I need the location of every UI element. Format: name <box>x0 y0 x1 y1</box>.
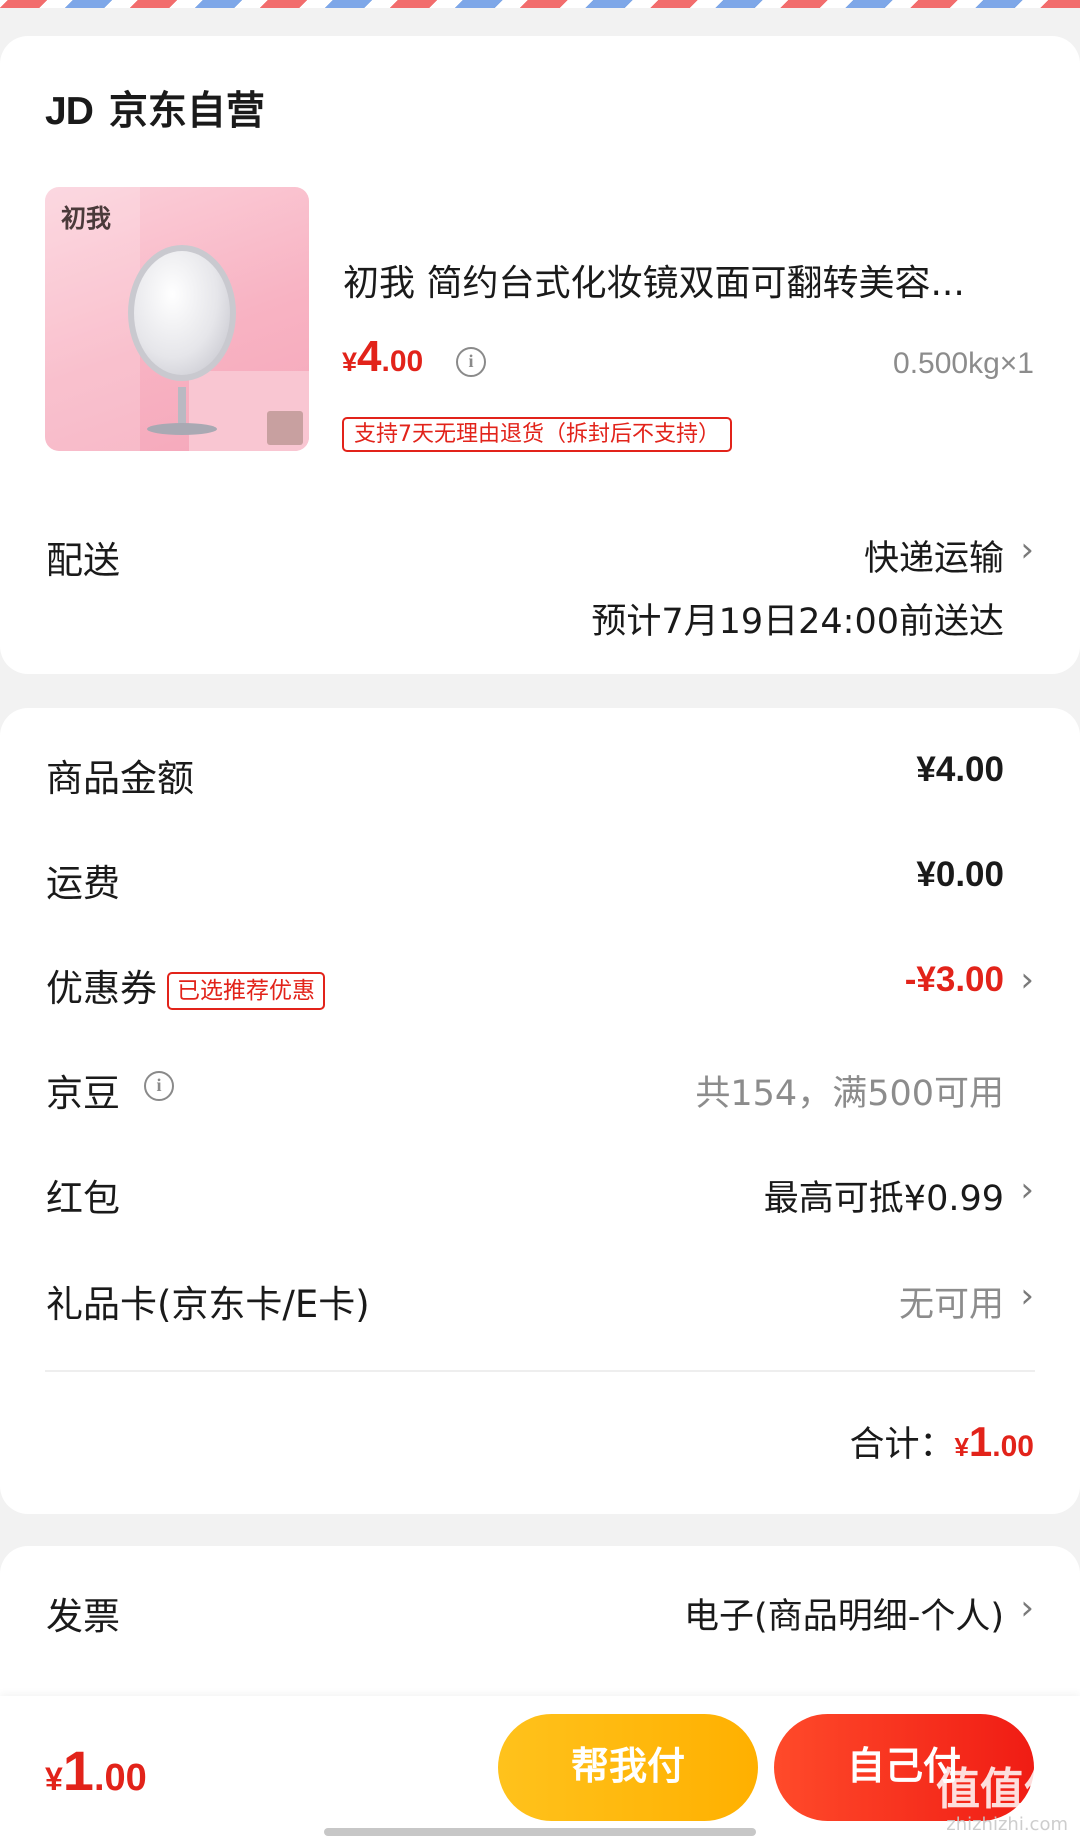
total-label: 合计： <box>849 1425 955 1465</box>
home-indicator[interactable] <box>324 1828 756 1836</box>
chevron-right-icon[interactable]: › <box>1020 1276 1034 1316</box>
chevron-right-icon[interactable]: › <box>1020 1170 1034 1210</box>
site-watermark: 值值值 zhizhizhi.com <box>936 1764 1068 1835</box>
giftcard-label: 礼品卡(京东卡/E卡) <box>46 1283 370 1326</box>
jd-logo: JD <box>45 90 94 133</box>
divider <box>45 1370 1035 1372</box>
price-info-icon[interactable]: i <box>456 347 486 377</box>
goods-amount-label: 商品金额 <box>46 757 194 800</box>
product-image[interactable]: 初我 <box>45 187 309 451</box>
delivery-label: 配送 <box>46 539 120 582</box>
chevron-right-icon[interactable]: › <box>1020 1588 1034 1628</box>
coupon-value[interactable]: -¥3.00 <box>905 960 1004 1000</box>
jingdou-label: 京豆 <box>46 1072 120 1115</box>
return-policy-tag: 支持7天无理由退货（拆封后不支持） <box>342 417 732 452</box>
help-me-pay-button[interactable]: 帮我付 <box>498 1714 758 1821</box>
price-summary-card: 商品金额 ¥4.00 运费 ¥0.00 优惠券 已选推荐优惠 -¥3.00 › 京… <box>0 708 1080 1514</box>
order-total: 合计：¥1.00 <box>849 1418 1034 1465</box>
checkout-bar: ¥1.00 帮我付 自己付 值值值 zhizhizhi.com <box>0 1696 1080 1840</box>
coupon-row[interactable]: 优惠券 已选推荐优惠 <box>46 958 325 1012</box>
product-title[interactable]: 初我 简约台式化妆镜双面可翻转美容... <box>343 254 965 306</box>
coupon-label: 优惠券 <box>46 967 157 1010</box>
airmail-stripe <box>0 0 1080 8</box>
chevron-right-icon[interactable]: › <box>1020 530 1034 570</box>
store-name: 京东自营 <box>108 89 265 134</box>
redpacket-value[interactable]: 最高可抵¥0.99 <box>764 1170 1004 1221</box>
delivery-method[interactable]: 快递运输 <box>864 530 1004 581</box>
mirror-illustration <box>128 245 236 381</box>
redpacket-label: 红包 <box>46 1177 120 1220</box>
weight-quantity: 0.500kg×1 <box>893 347 1034 380</box>
invoice-value[interactable]: 电子(商品明细-个人) <box>684 1588 1004 1639</box>
goods-amount-value: ¥4.00 <box>916 750 1004 789</box>
product-image-brand: 初我 <box>61 204 112 233</box>
store-header[interactable]: JD 京东自营 <box>45 80 265 136</box>
product-price: ¥4.00 <box>342 332 424 381</box>
checkout-price: ¥1.00 <box>45 1739 147 1802</box>
jingdou-info-icon[interactable]: i <box>144 1071 174 1101</box>
order-item-card: JD 京东自营 初我 初我 简约台式化妆镜双面可翻转美容... ¥4.00 i 0… <box>0 36 1080 674</box>
delivery-estimate: 预计7月19日24:00前送达 <box>591 602 1004 642</box>
jingdou-value: 共154，满500可用 <box>695 1074 1004 1114</box>
chevron-right-icon[interactable]: › <box>1020 960 1034 1000</box>
shipping-label: 运费 <box>46 862 120 905</box>
invoice-label: 发票 <box>46 1595 120 1638</box>
giftcard-value[interactable]: 无可用 <box>899 1276 1004 1327</box>
coupon-badge: 已选推荐优惠 <box>167 971 325 1010</box>
shipping-value: ¥0.00 <box>916 855 1004 894</box>
